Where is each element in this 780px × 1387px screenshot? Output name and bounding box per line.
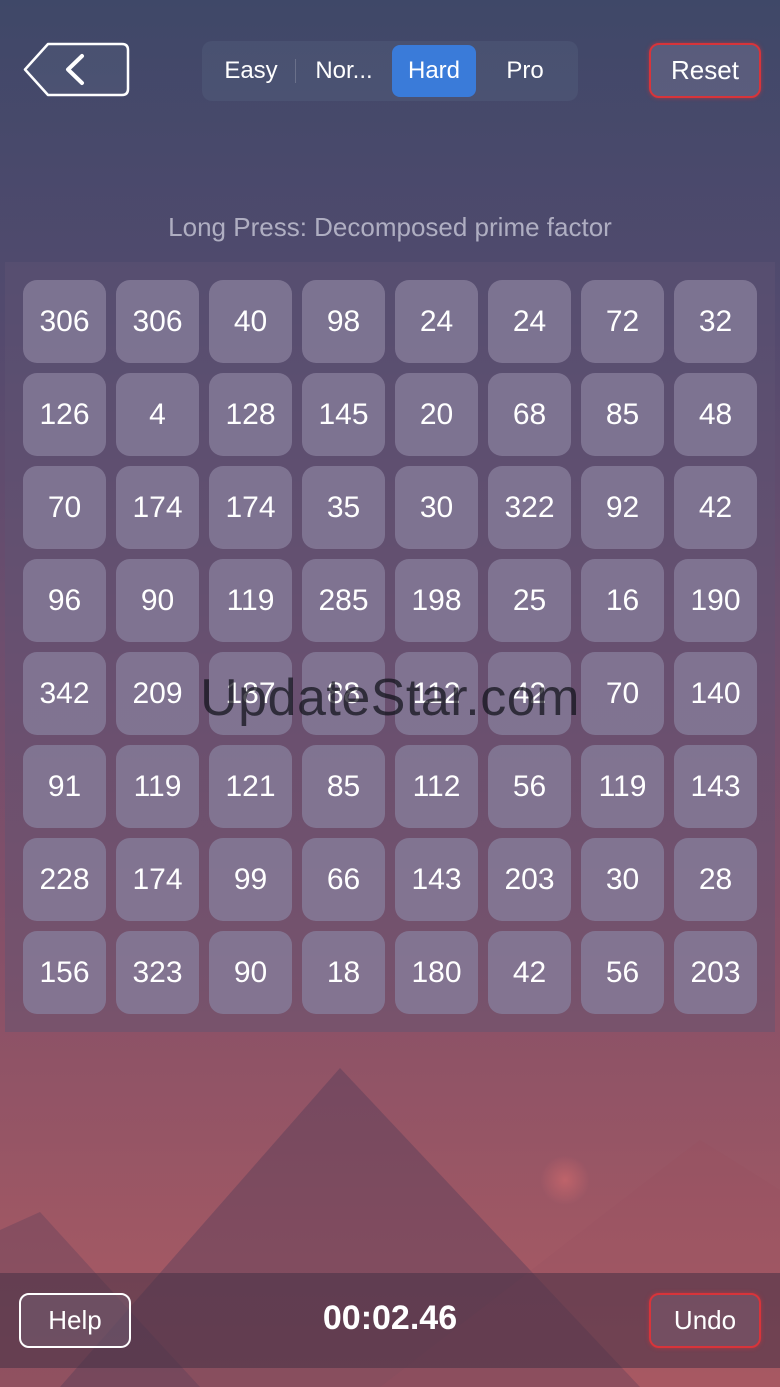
background-glow: [540, 1155, 590, 1205]
grid-cell[interactable]: 18: [302, 931, 385, 1014]
bottom-bar: Help 00:02.46 Undo: [0, 1273, 780, 1368]
grid-cell[interactable]: 70: [581, 652, 664, 735]
chevron-left-icon: [23, 42, 130, 97]
grid-cell[interactable]: 30: [581, 838, 664, 921]
grid-cell[interactable]: 156: [23, 931, 106, 1014]
grid-cell[interactable]: 20: [395, 373, 478, 456]
grid-cell[interactable]: 42: [674, 466, 757, 549]
hint-text: Long Press: Decomposed prime factor: [168, 212, 612, 242]
tab-pro[interactable]: Pro: [476, 45, 574, 97]
tab-hard[interactable]: Hard: [392, 45, 476, 97]
grid-cell[interactable]: 16: [581, 559, 664, 642]
grid-cell[interactable]: 190: [674, 559, 757, 642]
undo-button[interactable]: Undo: [649, 1293, 761, 1348]
grid-cell[interactable]: 96: [23, 559, 106, 642]
grid-cell[interactable]: 30: [395, 466, 478, 549]
difficulty-selector: Easy Nor... Hard Pro: [202, 41, 578, 101]
grid-cell[interactable]: 92: [581, 466, 664, 549]
grid-cell[interactable]: 24: [395, 280, 478, 363]
grid-cell[interactable]: 99: [209, 838, 292, 921]
grid-cell[interactable]: 322: [488, 466, 571, 549]
grid-cell[interactable]: 98: [302, 280, 385, 363]
grid-cell[interactable]: 180: [395, 931, 478, 1014]
grid-cell[interactable]: 143: [395, 838, 478, 921]
grid-cell[interactable]: 209: [116, 652, 199, 735]
grid-cell[interactable]: 126: [23, 373, 106, 456]
grid-cell[interactable]: 203: [674, 931, 757, 1014]
help-button[interactable]: Help: [19, 1293, 131, 1348]
tab-easy[interactable]: Easy: [206, 45, 296, 97]
game-board: 306 306 40 98 24 24 72 32 126 4 128 145 20 68 85 48 70 17…: [5, 262, 775, 1032]
grid-cell[interactable]: 70: [23, 466, 106, 549]
grid-cell[interactable]: 91: [23, 745, 106, 828]
grid-cell[interactable]: 48: [674, 373, 757, 456]
grid-cell[interactable]: 198: [395, 559, 478, 642]
grid-cell[interactable]: 112: [395, 652, 478, 735]
grid-cell[interactable]: 90: [116, 559, 199, 642]
grid-cell[interactable]: 112: [395, 745, 478, 828]
grid-cell[interactable]: 306: [23, 280, 106, 363]
grid-cell[interactable]: 140: [674, 652, 757, 735]
grid-cell[interactable]: 174: [116, 838, 199, 921]
grid-cell[interactable]: 28: [674, 838, 757, 921]
grid-cell[interactable]: 121: [209, 745, 292, 828]
grid-cell[interactable]: 35: [302, 466, 385, 549]
grid-cell[interactable]: 24: [488, 280, 571, 363]
grid-cell[interactable]: 42: [488, 652, 571, 735]
grid-cell[interactable]: 68: [488, 373, 571, 456]
grid-cell[interactable]: 145: [302, 373, 385, 456]
grid-cell[interactable]: 32: [674, 280, 757, 363]
grid-cell[interactable]: 187: [209, 652, 292, 735]
grid-cell[interactable]: 66: [302, 838, 385, 921]
grid-cell[interactable]: 285: [302, 559, 385, 642]
grid-cell[interactable]: 90: [209, 931, 292, 1014]
grid-cell[interactable]: 4: [116, 373, 199, 456]
grid-cell[interactable]: 56: [581, 931, 664, 1014]
tab-normal[interactable]: Nor...: [296, 45, 392, 97]
grid-cell[interactable]: 25: [488, 559, 571, 642]
grid-cell[interactable]: 128: [209, 373, 292, 456]
timer: 00:02.46: [322, 1299, 458, 1337]
grid-cell[interactable]: 174: [209, 466, 292, 549]
grid-cell[interactable]: 40: [209, 280, 292, 363]
grid-cell[interactable]: 228: [23, 838, 106, 921]
back-button[interactable]: [22, 42, 130, 97]
grid-cell[interactable]: 85: [302, 745, 385, 828]
grid-cell[interactable]: 42: [488, 931, 571, 1014]
number-grid: 306 306 40 98 24 24 72 32 126 4 128 145 20 68 85 48 70 17…: [23, 280, 757, 1014]
grid-cell[interactable]: 306: [116, 280, 199, 363]
grid-cell[interactable]: 323: [116, 931, 199, 1014]
grid-cell[interactable]: 85: [581, 373, 664, 456]
grid-cell[interactable]: 56: [488, 745, 571, 828]
grid-cell[interactable]: 342: [23, 652, 106, 735]
grid-cell[interactable]: 174: [116, 466, 199, 549]
grid-cell[interactable]: 72: [581, 280, 664, 363]
grid-cell[interactable]: 119: [581, 745, 664, 828]
grid-cell[interactable]: 143: [674, 745, 757, 828]
reset-button[interactable]: Reset: [649, 43, 761, 98]
grid-cell[interactable]: 119: [209, 559, 292, 642]
grid-cell[interactable]: 203: [488, 838, 571, 921]
grid-cell[interactable]: 88: [302, 652, 385, 735]
grid-cell[interactable]: 119: [116, 745, 199, 828]
